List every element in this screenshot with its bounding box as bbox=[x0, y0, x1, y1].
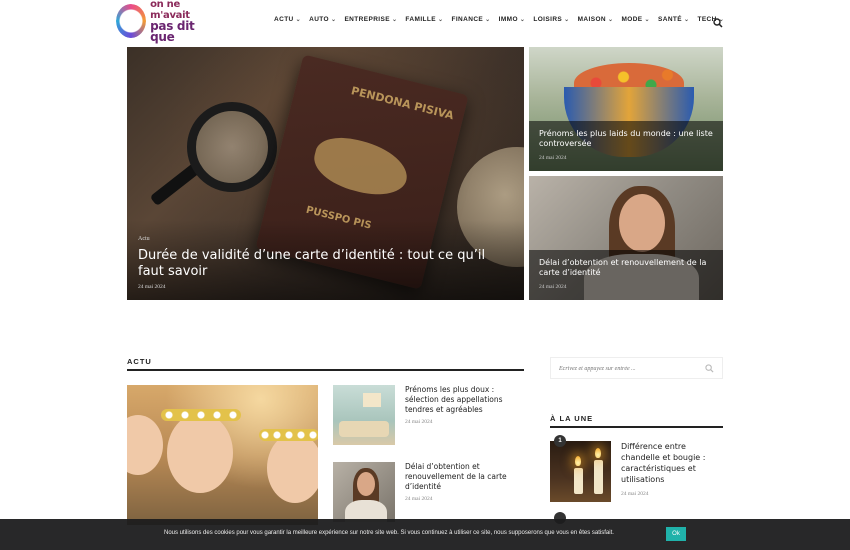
nav-label: LOISIRS bbox=[533, 16, 563, 23]
hero-category[interactable]: Actu bbox=[138, 236, 150, 242]
nav-label: IMMO bbox=[498, 16, 518, 23]
side-date: 24 mai 2024 bbox=[539, 284, 567, 290]
list-date: 24 mai 2024 bbox=[405, 419, 433, 425]
hero-side-article-2[interactable]: Délai d’obtention et renouvellement de l… bbox=[529, 176, 723, 300]
search-icon[interactable] bbox=[705, 364, 714, 373]
nav-item-entreprise[interactable]: ENTREPRISE ⌄ bbox=[344, 16, 397, 23]
magnifying-glass-image bbox=[187, 102, 277, 192]
main-nav: ACTU ⌄ AUTO ⌄ ENTREPRISE ⌄ FAMILLE ⌄ FINANCE… bbox=[274, 16, 732, 23]
chevron-down-icon: ⌄ bbox=[485, 17, 491, 23]
section-heading-actu[interactable]: ACTU bbox=[127, 357, 524, 371]
nav-label: MODE bbox=[621, 16, 643, 23]
une-date: 24 mai 2024 bbox=[621, 491, 649, 497]
candle-image bbox=[574, 468, 583, 494]
chevron-down-icon: ⌄ bbox=[295, 17, 302, 23]
chevron-down-icon: ⌄ bbox=[438, 17, 444, 23]
list-thumb[interactable] bbox=[333, 462, 395, 522]
chevron-down-icon: ⌄ bbox=[644, 17, 650, 23]
site-header: on ne m'avait pas dit que ACTU ⌄ AUTO ⌄ EN… bbox=[0, 0, 850, 43]
flame-image bbox=[575, 456, 581, 466]
une-title[interactable]: Différence entre chandelle et bougie : c… bbox=[621, 441, 723, 485]
nav-item-immo[interactable]: IMMO ⌄ bbox=[499, 16, 526, 23]
woman-face-image bbox=[619, 194, 665, 252]
logo-ring-icon bbox=[116, 4, 147, 38]
candle-image bbox=[594, 460, 603, 494]
nav-label: AUTO bbox=[309, 16, 329, 23]
chevron-down-icon: ⌄ bbox=[564, 17, 570, 23]
list-item[interactable]: Délai d’obtention et renouvellement de l… bbox=[333, 462, 524, 524]
nav-label: FAMILLE bbox=[405, 16, 437, 23]
nav-item-maison[interactable]: MAISON ⌄ bbox=[578, 16, 614, 23]
logo-line-1: on ne m'avait bbox=[150, 0, 190, 21]
hero-title[interactable]: Durée de validité d’une carte d’identité… bbox=[138, 248, 508, 280]
nav-item-auto[interactable]: AUTO ⌄ bbox=[309, 16, 336, 23]
actu-featured-image[interactable] bbox=[127, 385, 318, 525]
sidebar-heading: À LA UNE bbox=[550, 414, 723, 428]
nav-label: ENTREPRISE bbox=[344, 16, 390, 23]
hero-date: 24 mai 2024 bbox=[138, 284, 166, 290]
list-item[interactable]: Prénoms les plus doux : sélection des ap… bbox=[333, 385, 524, 447]
site-logo[interactable]: on ne m'avait pas dit que bbox=[116, 0, 211, 43]
search-icon bbox=[713, 18, 723, 28]
nav-label: ACTU bbox=[274, 16, 294, 23]
cookie-ok-button[interactable]: Ok bbox=[666, 527, 686, 541]
hero-side-article-1[interactable]: Prénoms les plus laids du monde : une li… bbox=[529, 47, 723, 171]
search-input[interactable] bbox=[559, 363, 699, 375]
une-item[interactable]: 1 Différence entre chandelle et bougie :… bbox=[550, 435, 723, 503]
child-face-image bbox=[167, 413, 233, 493]
flower-crown-image bbox=[259, 429, 318, 441]
flame-image bbox=[595, 448, 601, 458]
passport-text: PENDONA PISIVA bbox=[349, 84, 456, 123]
list-title[interactable]: Délai d’obtention et renouvellement de l… bbox=[405, 462, 520, 492]
nav-item-finance[interactable]: FINANCE ⌄ bbox=[451, 16, 490, 23]
sofa-image bbox=[339, 421, 389, 437]
nav-item-actu[interactable]: ACTU ⌄ bbox=[274, 16, 301, 23]
flower-crown-image bbox=[161, 409, 241, 421]
nav-label: MAISON bbox=[577, 16, 606, 23]
wall-picture-image bbox=[363, 393, 381, 407]
side-title[interactable]: Prénoms les plus laids du monde : une li… bbox=[539, 129, 714, 149]
logo-wordmark: on ne m'avait pas dit que bbox=[150, 0, 211, 43]
side-date: 24 mai 2024 bbox=[539, 155, 567, 161]
chevron-down-icon: ⌄ bbox=[391, 17, 398, 23]
nav-item-famille[interactable]: FAMILLE ⌄ bbox=[405, 16, 443, 23]
hero-featured-article[interactable]: PENDONA PISIVA PUSSPO PIS Actu Durée de … bbox=[127, 47, 524, 300]
rank-badge: 1 bbox=[554, 435, 566, 447]
sidebar-search bbox=[550, 357, 723, 379]
list-thumb[interactable] bbox=[333, 385, 395, 445]
chevron-down-icon: ⌄ bbox=[684, 17, 690, 23]
chevron-down-icon: ⌄ bbox=[331, 17, 337, 23]
nav-label: FINANCE bbox=[451, 16, 484, 23]
chevron-down-icon: ⌄ bbox=[608, 17, 614, 23]
nav-label: SANTÉ bbox=[657, 16, 683, 23]
candles-image[interactable] bbox=[550, 441, 611, 502]
side-title[interactable]: Délai d’obtention et renouvellement de l… bbox=[539, 258, 714, 278]
child-face-image bbox=[127, 415, 163, 475]
cookie-text: Nous utilisons des cookies pour vous gar… bbox=[164, 530, 614, 536]
woman-face-image bbox=[357, 472, 375, 496]
cookie-banner: Nous utilisons des cookies pour vous gar… bbox=[0, 519, 850, 550]
nav-item-mode[interactable]: MODE ⌄ bbox=[621, 16, 650, 23]
list-date: 24 mai 2024 bbox=[405, 496, 433, 502]
passport-map-image bbox=[308, 130, 413, 203]
header-search-button[interactable] bbox=[713, 15, 723, 28]
list-title[interactable]: Prénoms les plus doux : sélection des ap… bbox=[405, 385, 520, 415]
logo-line-2: pas dit que bbox=[150, 19, 195, 44]
child-face-image bbox=[267, 433, 318, 503]
nav-item-sante[interactable]: SANTÉ ⌄ bbox=[658, 16, 689, 23]
nav-item-loisirs[interactable]: LOISIRS ⌄ bbox=[533, 16, 569, 23]
chevron-down-icon: ⌄ bbox=[519, 17, 526, 23]
